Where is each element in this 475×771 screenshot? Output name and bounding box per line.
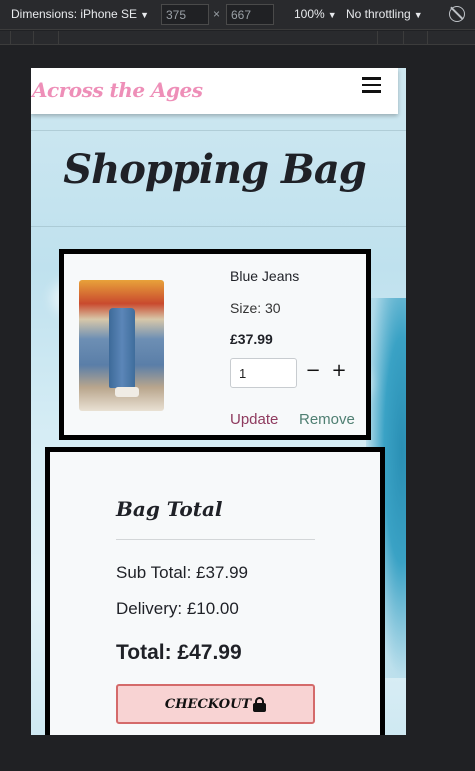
bag-item-card: Blue Jeans Size: 30 £37.99 − + Update Re…	[59, 249, 371, 440]
divider	[31, 130, 406, 131]
times-sign: ×	[213, 7, 221, 21]
device-dimensions-dropdown[interactable]: Dimensions: iPhone SE ▼	[11, 7, 149, 21]
caret-down-icon: ▼	[413, 10, 423, 20]
throttling-label: No throttling	[346, 7, 411, 21]
device-dimensions-label: Dimensions: iPhone SE	[11, 7, 138, 21]
height-input[interactable]	[226, 4, 274, 25]
update-link[interactable]: Update	[230, 411, 278, 428]
subtotal-text: Sub Total: £37.99	[116, 563, 249, 582]
page-title: Shopping Bag	[63, 146, 366, 193]
remove-link[interactable]: Remove	[299, 411, 355, 428]
device-toolbar: Dimensions: iPhone SE▼ × 100%▼ No thrott…	[0, 0, 475, 30]
grand-total-text: Total: £47.99	[116, 641, 242, 664]
hamburger-menu-icon[interactable]	[362, 77, 381, 93]
product-size: Size: 30	[230, 300, 281, 316]
caret-down-icon: ▼	[140, 10, 149, 20]
caret-down-icon: ▼	[327, 10, 337, 20]
quantity-input[interactable]	[230, 358, 297, 388]
width-input[interactable]	[161, 4, 209, 25]
product-price: £37.99	[230, 331, 273, 347]
zoom-dropdown[interactable]: 100% ▼	[294, 7, 337, 21]
checkout-button[interactable]: CHECKOUT	[116, 684, 315, 724]
brand-logo[interactable]: Across the Ages	[32, 78, 203, 102]
bag-total-card: Bag Total Sub Total: £37.99 Delivery: £1…	[45, 447, 385, 735]
media-query-ruler	[0, 31, 475, 45]
no-throttle-icon[interactable]	[449, 6, 465, 22]
decrement-button[interactable]: −	[304, 360, 322, 381]
zoom-label: 100%	[294, 7, 325, 21]
bag-total-heading: Bag Total	[116, 497, 223, 521]
delivery-text: Delivery: £10.00	[116, 599, 239, 618]
checkout-label: CHECKOUT	[164, 696, 252, 712]
product-image	[79, 280, 164, 411]
lock-icon	[253, 696, 267, 712]
increment-button[interactable]: +	[330, 360, 348, 381]
throttling-dropdown[interactable]: No throttling ▼	[346, 7, 423, 21]
divider	[116, 539, 315, 540]
product-name: Blue Jeans	[230, 268, 300, 284]
device-viewport: Across the Ages Shopping Bag Blue Jeans …	[31, 68, 406, 735]
divider	[31, 226, 406, 227]
navbar: Across the Ages	[31, 68, 398, 114]
